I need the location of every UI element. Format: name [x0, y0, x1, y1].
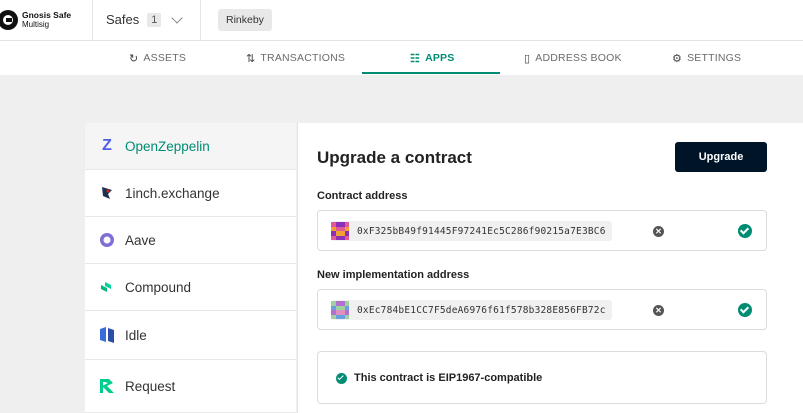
sidebar-item-openzeppelin[interactable]: Z OpenZeppelin [85, 123, 296, 170]
assets-icon: ↻ [129, 52, 139, 65]
top-bar: Gnosis Safe Multisig Safes 1 Rinkeby [0, 0, 803, 41]
gnosis-safe-logo[interactable]: Gnosis Safe Multisig [0, 8, 71, 32]
contract-address-label: Contract address [317, 190, 408, 202]
sidebar-item-request[interactable]: Request [85, 360, 296, 413]
tab-label: SETTINGS [687, 52, 742, 64]
tab-apps[interactable]: ☷ APPS [410, 41, 454, 75]
address-chip: 0xEc784bE1CC7F5deA6976f61f578b328E856FB7… [331, 300, 612, 320]
address-chip: 0xF325bB49f91445F97241Ec5C286f90215a7E3B… [331, 221, 612, 241]
aave-icon [98, 231, 116, 249]
upgrade-button[interactable]: Upgrade [675, 142, 767, 172]
contract-address-field[interactable]: 0xF325bB49f91445F97241Ec5C286f90215a7E3B… [317, 210, 767, 251]
request-icon [98, 377, 116, 395]
check-circle-icon [336, 373, 347, 384]
impl-address-field[interactable]: 0xEc784bE1CC7F5deA6976f61f578b328E856FB7… [317, 289, 767, 330]
tab-label: ASSETS [143, 52, 187, 64]
network-badge: Rinkeby [218, 9, 272, 31]
tab-assets[interactable]: ↻ ASSETS [129, 41, 186, 75]
header-divider [92, 0, 93, 41]
sidebar-item-label: Aave [125, 232, 156, 248]
compound-icon [98, 278, 116, 296]
contract-address-value: 0xF325bB49f91445F97241Ec5C286f90215a7E3B… [357, 225, 606, 237]
settings-icon: ⚙ [672, 52, 683, 65]
main-tabs: ↻ ASSETS ⇅ TRANSACTIONS ☷ APPS ▯ ADDRESS… [0, 41, 803, 75]
clear-icon[interactable]: ✕ [653, 305, 664, 316]
safes-label: Safes [106, 12, 140, 27]
tab-transactions[interactable]: ⇅ TRANSACTIONS [246, 41, 345, 75]
identicon-avatar [331, 222, 349, 240]
clear-icon[interactable]: ✕ [653, 226, 664, 237]
openzeppelin-icon: Z [102, 137, 112, 154]
safes-dropdown[interactable]: Safes 1 [106, 11, 184, 27]
active-tab-indicator [362, 72, 500, 74]
tab-address-book[interactable]: ▯ ADDRESS BOOK [524, 41, 622, 75]
address-book-icon: ▯ [524, 52, 531, 65]
tab-label: APPS [425, 52, 455, 64]
sidebar-item-label: OpenZeppelin [125, 138, 210, 154]
sidebar-item-compound[interactable]: Compound [85, 264, 296, 311]
logo-title: Gnosis Safe [22, 10, 72, 20]
compatibility-text: This contract is EIP1967-compatible [354, 372, 543, 384]
header-divider [200, 0, 201, 41]
logo-subtitle: Multisig [22, 20, 50, 29]
tab-label: ADDRESS BOOK [535, 52, 622, 64]
impl-address-label: New implementation address [317, 269, 470, 281]
sidebar-item-label: Request [125, 378, 176, 394]
transactions-icon: ⇅ [246, 52, 256, 65]
valid-check-icon [738, 224, 752, 238]
chevron-down-icon [171, 11, 184, 24]
sidebar-item-1inch[interactable]: 1inch.exchange [85, 170, 296, 217]
tab-label: TRANSACTIONS [260, 52, 346, 64]
sidebar-item-label: 1inch.exchange [125, 185, 220, 201]
sidebar-item-idle[interactable]: Idle [85, 311, 296, 360]
page-title: Upgrade a contract [317, 148, 472, 167]
identicon-avatar [331, 301, 349, 319]
compatibility-notice: This contract is EIP1967-compatible [317, 351, 767, 404]
sidebar-item-aave[interactable]: Aave [85, 217, 296, 264]
1inch-icon [98, 184, 116, 202]
sidebar-item-label: Idle [125, 327, 147, 343]
apps-icon: ☷ [410, 52, 421, 65]
idle-icon [98, 326, 116, 344]
sidebar-item-label: Compound [125, 279, 192, 295]
valid-check-icon [738, 303, 752, 317]
gnosis-logo-icon [0, 10, 18, 30]
apps-sidebar: Z OpenZeppelin 1inch.exchange Aave Compo… [85, 123, 296, 413]
impl-address-value: 0xEc784bE1CC7F5deA6976f61f578b328E856FB7… [357, 304, 606, 316]
tab-settings[interactable]: ⚙ SETTINGS [672, 41, 741, 75]
app-panel: Upgrade a contract Upgrade Contract addr… [297, 123, 803, 413]
safes-count-badge: 1 [147, 12, 162, 27]
